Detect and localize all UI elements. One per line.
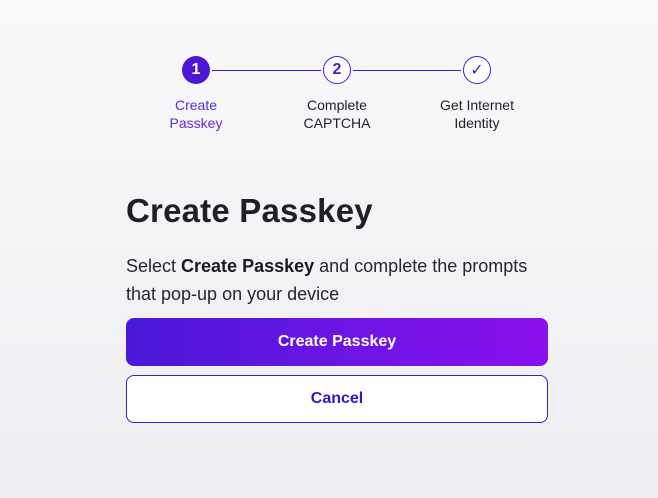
checkmark-icon: ✓ — [463, 56, 491, 84]
step-number-badge: 1 — [182, 56, 210, 84]
create-passkey-button[interactable]: Create Passkey — [126, 318, 548, 366]
cancel-button[interactable]: Cancel — [126, 375, 548, 423]
instructions-prefix: Select — [126, 256, 182, 276]
step-number-badge: 2 — [323, 56, 351, 84]
instructions-emphasis: Create Passkey — [181, 256, 315, 276]
step-label: Create Passkey — [169, 97, 223, 131]
step-complete-captcha: 2 Complete CAPTCHA — [267, 56, 407, 132]
page-title: Create Passkey — [126, 192, 373, 229]
step-get-internet-identity: ✓ Get Internet Identity — [407, 56, 547, 132]
step-label: Get Internet Identity — [440, 97, 514, 131]
create-passkey-button-label: Create Passkey — [277, 333, 397, 350]
step-label: Complete CAPTCHA — [303, 97, 371, 131]
instructions-text: Select Create Passkey and complete the p… — [126, 252, 546, 308]
cancel-button-label: Cancel — [310, 390, 364, 407]
step-create-passkey: 1 Create Passkey — [126, 56, 266, 132]
progress-stepper: 1 Create Passkey 2 Complete CAPTCHA ✓ Ge… — [0, 56, 658, 146]
